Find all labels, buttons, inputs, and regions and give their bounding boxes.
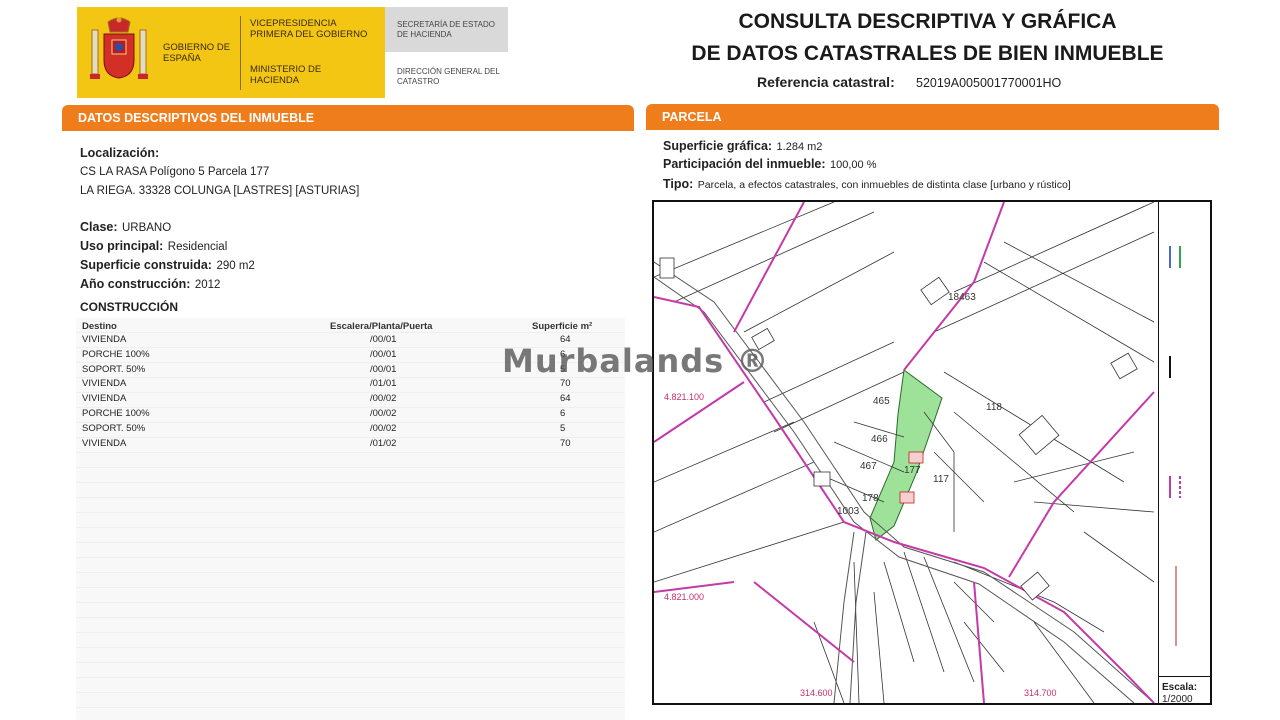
cadastral-map[interactable]: 465 466 467 177 178 117 118 18463 1003 4… xyxy=(652,200,1212,705)
participacion-value: 100,00 % xyxy=(830,159,877,171)
title-line-1: CONSULTA DESCRIPTIVA Y GRÁFICA xyxy=(738,10,1117,33)
scale-divider xyxy=(1159,676,1210,677)
participacion-row: Participación del inmueble: 100,00 % xyxy=(663,155,876,173)
map-legend-divider xyxy=(1158,200,1159,705)
sup-grafica-label: Superficie gráfica: xyxy=(663,139,773,153)
tipo-label: Tipo: xyxy=(663,177,694,191)
anio-value: 2012 xyxy=(194,279,221,291)
cell-planta: /00/02 xyxy=(370,393,397,405)
coord-y-top: 4.821.100 xyxy=(664,392,705,402)
cell-destino: SOPORT. 50% xyxy=(82,363,146,375)
cell-planta: /01/02 xyxy=(370,437,397,449)
coord-x-left: 314.600 xyxy=(800,688,833,698)
anio-label: Año construcción: xyxy=(80,277,191,291)
participacion-label: Participación del inmueble: xyxy=(663,157,826,171)
superficie-label: Superficie construida: xyxy=(80,258,212,272)
title-line-2: DE DATOS CATASTRALES DE BIEN INMUEBLE xyxy=(691,42,1164,65)
parcel-number-466: 466 xyxy=(871,434,888,445)
parcel-number-465: 465 xyxy=(873,396,890,407)
parcel-number-1003: 1003 xyxy=(837,506,860,517)
cell-destino: VIVIENDA xyxy=(82,334,127,345)
tipo-value: Parcela, a efectos catastrales, con inmu… xyxy=(697,179,1071,191)
superficie-row: Superficie construida: 290 m2 xyxy=(80,256,255,274)
parcel-number-117: 117 xyxy=(933,474,949,485)
sup-grafica-row: Superficie gráfica: 1.284 m2 xyxy=(663,137,822,155)
ministry-label: MINISTERIO DE HACIENDA xyxy=(250,64,322,86)
construccion-title: CONSTRUCCIÓN xyxy=(80,300,178,314)
document-title: CONSULTA DESCRIPTIVA Y GRÁFICA DE DATOS … xyxy=(640,6,1215,70)
uso-row: Uso principal: Residencial xyxy=(80,237,227,255)
descriptive-section-header: DATOS DESCRIPTIVOS DEL INMUEBLE xyxy=(62,105,634,131)
table-row: SOPORT. 50% /00/02 5 xyxy=(82,422,602,437)
cell-superficie: 5 xyxy=(560,422,566,434)
parcel-number-178: 178 xyxy=(862,493,879,504)
tipo-row: Tipo: Parcela, a efectos catastrales, co… xyxy=(663,175,1071,193)
location-line-2: LA RIEGA. 33328 COLUNGA [LASTRES] [ASTUR… xyxy=(80,185,360,197)
legend-symbols xyxy=(1169,246,1181,646)
clase-value: URBANO xyxy=(121,222,172,234)
cell-superficie: 6 xyxy=(560,407,566,419)
parcel-number-118: 118 xyxy=(986,402,1002,413)
clase-row: Clase: URBANO xyxy=(80,218,171,236)
secretary-label: SECRETARÍA DE ESTADO DE HACIENDA xyxy=(397,20,495,39)
cell-destino: PORCHE 100% xyxy=(82,348,150,360)
uso-label: Uso principal: xyxy=(80,239,164,253)
table-row: VIVIENDA/01/02 70 xyxy=(82,437,602,452)
coat-of-arms-icon xyxy=(90,17,148,79)
gov-label: GOBIERNO DE ESPAÑA xyxy=(163,42,231,64)
map-legend xyxy=(1169,246,1181,646)
clase-label: Clase: xyxy=(80,220,118,234)
coord-y-bottom: 4.821.000 xyxy=(664,592,705,602)
cell-destino: VIVIENDA xyxy=(82,378,127,390)
sup-grafica-value: 1.284 m2 xyxy=(776,141,823,153)
coord-x-right: 314.700 xyxy=(1024,688,1057,698)
direction-label: DIRECCIÓN GENERAL DEL CATASTRO xyxy=(397,67,500,86)
parcel-number-177: 177 xyxy=(904,465,921,476)
cell-destino: VIVIENDA xyxy=(82,393,127,405)
table-header-escalera: Escalera/Planta/Puerta xyxy=(330,321,433,332)
watermark: Murbalands ® xyxy=(502,342,770,380)
cell-planta: /00/02 xyxy=(370,422,397,434)
cell-superficie: 64 xyxy=(560,393,571,405)
cell-destino: PORCHE 100% xyxy=(82,407,150,419)
table-header-destino: Destino xyxy=(82,321,117,332)
scale-value: 1/2000 xyxy=(1162,694,1193,705)
parcel-number-467: 467 xyxy=(860,461,877,472)
table-row: PORCHE 100% /00/02 6 xyxy=(82,407,602,422)
scale-label: Escala: xyxy=(1162,682,1198,693)
uso-value: Residencial xyxy=(167,241,228,253)
parcel-number-18463: 18463 xyxy=(948,292,976,303)
gov-divider xyxy=(240,16,241,90)
parcela-section-header: PARCELA xyxy=(646,104,1219,130)
table-row: VIVIENDA/00/02 64 xyxy=(82,392,602,407)
superficie-value: 290 m2 xyxy=(216,260,255,272)
anio-row: Año construcción: 2012 xyxy=(80,275,220,293)
table-header-superficie: Superficie m² xyxy=(532,321,593,332)
location-line-1: CS LA RASA Polígono 5 Parcela 177 xyxy=(80,166,270,178)
cell-destino: VIVIENDA xyxy=(82,437,127,449)
ref-label: Referencia catastral: xyxy=(757,74,895,90)
cell-superficie: 70 xyxy=(560,437,571,449)
map-drawing xyxy=(654,202,1155,703)
cell-planta: /00/02 xyxy=(370,407,397,419)
cell-destino: SOPORT. 50% xyxy=(82,422,146,434)
ref-value: 52019A005001770001HO xyxy=(916,76,1062,90)
location-label: Localización: xyxy=(80,146,160,160)
vice-label: VICEPRESIDENCIA PRIMERA DEL GOBIERNO xyxy=(250,18,368,40)
